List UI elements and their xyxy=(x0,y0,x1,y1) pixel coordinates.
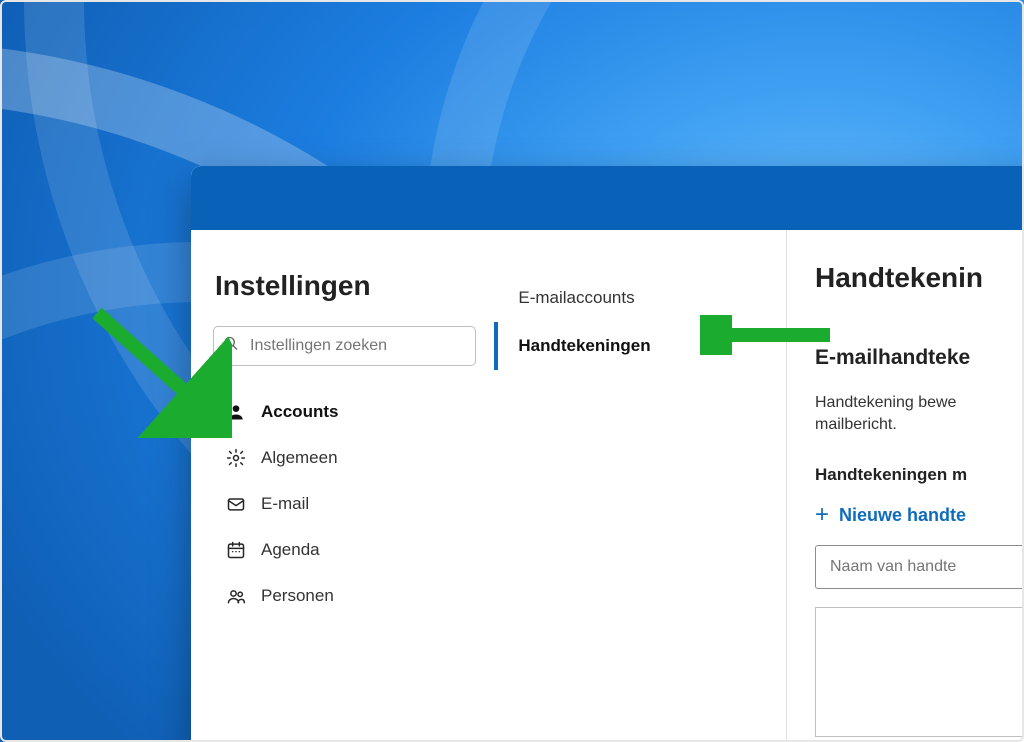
nav-item-label: Accounts xyxy=(261,402,338,422)
people-icon xyxy=(225,586,247,606)
nav-item-label: Agenda xyxy=(261,540,320,560)
plus-icon: + xyxy=(815,503,829,527)
signature-name-input[interactable] xyxy=(815,545,1024,589)
person-icon xyxy=(225,402,247,422)
desktop-background: Instellingen Accounts Algemeen E-mail Agend… xyxy=(0,0,1024,742)
subnav-item-emailaccounts[interactable]: E-mailaccounts xyxy=(494,274,786,322)
new-signature-link[interactable]: + Nieuwe handte xyxy=(815,503,966,527)
settings-window: Instellingen Accounts Algemeen E-mail Agend… xyxy=(191,166,1024,742)
gear-icon xyxy=(225,448,247,468)
subnav-item-label: E-mailaccounts xyxy=(518,288,634,307)
settings-primary-nav: Instellingen Accounts Algemeen E-mail Agend… xyxy=(191,230,494,742)
nav-item-people[interactable]: Personen xyxy=(213,576,476,616)
signature-editor[interactable] xyxy=(815,607,1024,737)
nav-item-agenda[interactable]: Agenda xyxy=(213,530,476,570)
nav-item-accounts[interactable]: Accounts xyxy=(213,392,476,432)
section-title: E-mailhandteke xyxy=(815,346,1024,370)
new-signature-label: Nieuwe handte xyxy=(839,505,966,526)
search-icon xyxy=(223,336,239,357)
settings-title: Instellingen xyxy=(215,270,476,302)
settings-search-input[interactable] xyxy=(213,326,476,366)
content-heading: Handtekenin xyxy=(815,262,1024,294)
subnav-item-label: Handtekeningen xyxy=(518,336,650,355)
section-subheading: Handtekeningen m xyxy=(815,465,1024,485)
window-titlebar[interactable] xyxy=(191,166,1024,230)
nav-item-label: E-mail xyxy=(261,494,309,514)
subnav-item-signatures[interactable]: Handtekeningen xyxy=(494,322,786,370)
calendar-icon xyxy=(225,540,247,560)
section-description: Handtekening bewe mailbericht. xyxy=(815,392,1024,435)
nav-item-label: Algemeen xyxy=(261,448,338,468)
nav-item-label: Personen xyxy=(261,586,334,606)
settings-content: Handtekenin E-mailhandteke Handtekening … xyxy=(787,230,1024,742)
mail-icon xyxy=(225,494,247,514)
nav-item-email[interactable]: E-mail xyxy=(213,484,476,524)
settings-sub-nav: E-mailaccounts Handtekeningen xyxy=(494,230,787,742)
nav-item-general[interactable]: Algemeen xyxy=(213,438,476,478)
